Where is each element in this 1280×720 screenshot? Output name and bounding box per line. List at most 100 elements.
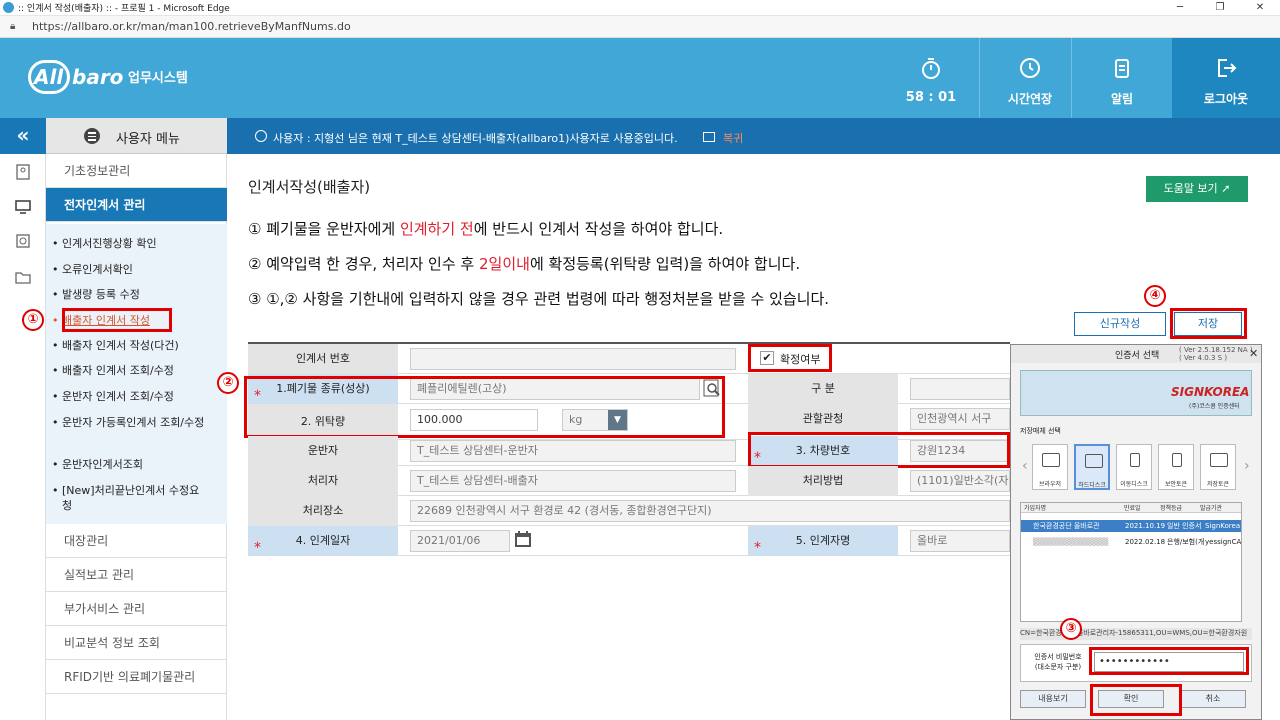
- collapse-menu-button[interactable]: «: [0, 118, 46, 154]
- calendar-icon[interactable]: [514, 530, 532, 548]
- notice-2: ② 예약입력 한 경우, 처리자 인수 후 2일이내에 확정등록(위탁량 입력)…: [248, 255, 801, 273]
- highlight-box-3: [1089, 647, 1249, 675]
- submenu-item[interactable]: 배출자 인계서 조회/수정: [52, 363, 212, 378]
- sidebar-item[interactable]: RFID기반 의료폐기물관리: [46, 660, 227, 694]
- signkorea-logo: SIGNKOREA: [1171, 385, 1250, 399]
- required-star: *: [754, 540, 761, 556]
- office-field[interactable]: 인천광역시 서구: [910, 408, 1010, 430]
- label-office: 관할관청: [748, 404, 898, 434]
- submenu-item[interactable]: 배출자 인계서 작성(다건): [52, 338, 212, 353]
- place-field[interactable]: 22689 인천광역시 서구 환경로 42 (경서동, 종합환경연구단지): [410, 500, 1010, 522]
- submenu-item[interactable]: 운반자인계서조회: [52, 457, 212, 472]
- method-field[interactable]: (1101)일반소각(자가): [910, 470, 1010, 492]
- folder-icon[interactable]: [14, 268, 32, 286]
- allbaro-logo[interactable]: All baro: [28, 60, 123, 94]
- submenu-item[interactable]: 인계서진행상황 확인: [52, 236, 212, 251]
- media-browser[interactable]: 브라우저: [1032, 444, 1068, 490]
- highlight-box-4: [1170, 308, 1247, 339]
- system-name: 업무시스템: [128, 71, 188, 86]
- class-field[interactable]: [910, 378, 1010, 400]
- handler-name-field[interactable]: 올바로: [910, 530, 1010, 552]
- lock-icon: 🔒︎: [10, 21, 16, 32]
- media-harddisk[interactable]: 하드디스크: [1074, 444, 1110, 490]
- monitor-icon[interactable]: [14, 198, 32, 216]
- sidebar-item[interactable]: 부가서비스 관리: [46, 592, 227, 626]
- submenu-item[interactable]: 오류인계서확인: [52, 262, 212, 277]
- dialog-close-icon[interactable]: ✕: [1249, 347, 1258, 360]
- view-content-button[interactable]: 내용보기: [1020, 690, 1086, 708]
- logo-text-b: baro: [72, 65, 124, 89]
- url-text[interactable]: https://allbaro.or.kr/man/man100.retriev…: [32, 20, 351, 33]
- menu-title: 사용자 메뉴: [116, 132, 180, 147]
- highlight-box-1: [62, 308, 172, 332]
- notice-1: ① 폐기물을 운반자에게 인계하기 전에 반드시 인계서 작성을 하여야 합니다…: [248, 220, 724, 238]
- sidebar-item[interactable]: 실적보고 관리: [46, 558, 227, 592]
- submenu-item[interactable]: 발생량 등록 수정: [52, 287, 212, 302]
- alarm-label: 알림: [1110, 92, 1134, 106]
- new-button[interactable]: 신규작성: [1074, 312, 1166, 336]
- cert-row[interactable]: ▒▒▒▒▒▒▒▒▒▒▒▒▒▒ 2022.02.18 은행/보험(개 yessig…: [1021, 536, 1241, 548]
- marker-3: ③: [1060, 618, 1082, 640]
- label-handler-name: * 5. 인계자명: [748, 526, 898, 556]
- close-window-button[interactable]: ✕: [1240, 0, 1280, 16]
- address-bar[interactable]: 🔒︎ https://allbaro.or.kr/man/man100.retr…: [0, 16, 1280, 38]
- col-expiry: 만료일: [1124, 505, 1141, 512]
- label-method: 처리방법: [748, 466, 898, 496]
- sidebar-item-basic-info[interactable]: 기초정보관리: [46, 154, 227, 188]
- clock-icon: [1020, 58, 1040, 78]
- chevron-left-icon[interactable]: ‹: [1022, 458, 1028, 474]
- label-date: * 4. 인계일자: [248, 526, 398, 556]
- notice-3: ③ ①,② 사항을 기한내에 입력하지 않을 경우 관련 법령에 따라 행정처분…: [248, 290, 830, 308]
- help-button[interactable]: 도움말 보기 ➚: [1146, 176, 1248, 202]
- settings-icon[interactable]: [14, 232, 32, 250]
- cert-dn-text: CN=한국환경공단 올바로관리자-15865311,OU=WMS,OU=한국환경…: [1020, 628, 1252, 640]
- label-transporter: 운반자: [248, 436, 398, 466]
- restore-icon[interactable]: [703, 132, 715, 142]
- label-manifest-no: 인계서 번호: [248, 344, 398, 374]
- logout-button[interactable]: 로그아웃: [1172, 38, 1280, 118]
- submenu-item[interactable]: [New]처리끝난인계서 수정요청: [52, 483, 208, 513]
- cancel-button[interactable]: 취소: [1180, 690, 1246, 708]
- sidebar-item[interactable]: 비교분석 정보 조회: [46, 626, 227, 660]
- minimize-button[interactable]: ─: [1160, 0, 1200, 16]
- extend-time-label: 시간연장: [1007, 92, 1053, 106]
- submenu-item[interactable]: 운반자 인계서 조회/수정: [52, 389, 212, 404]
- password-label: 인증서 비밀번호 (대소문자 구분): [1034, 653, 1082, 671]
- chevron-right-icon[interactable]: ›: [1244, 458, 1250, 474]
- manifest-no-field[interactable]: [410, 348, 736, 370]
- highlight-box-2: [244, 376, 725, 438]
- extend-time-button[interactable]: 시간연장: [980, 38, 1080, 118]
- stopwatch-icon: [922, 58, 940, 79]
- user-status-text: 사용자 : 지형선 님은 현재 T_테스트 상담센터-배출자(allbaro1)…: [273, 132, 678, 145]
- window-title: :: 인계서 작성(배출자) :: - 프로필 1 - Microsoft Ed…: [18, 4, 230, 14]
- submenu-item[interactable]: 운반자 가등록인계서 조회/수정: [52, 415, 208, 430]
- session-timer: 58 : 01: [881, 38, 981, 118]
- logo-text-a: All: [34, 65, 64, 89]
- hamburger-icon[interactable]: [84, 128, 100, 144]
- cert-row-selected[interactable]: 한국환경공단 올바로관 2021.10.19 일반 인증서 SignKorea …: [1021, 520, 1241, 532]
- processor-field[interactable]: T_테스트 상담센터-배출자: [410, 470, 736, 492]
- signkorea-banner: SIGNKOREA (주)코스콤 인증센터: [1020, 370, 1252, 416]
- contact-icon[interactable]: [14, 163, 32, 181]
- col-issuer: 발급기관: [1200, 505, 1223, 512]
- clipboard-icon: [1115, 59, 1129, 78]
- sidebar-item[interactable]: 대장관리: [46, 524, 227, 558]
- media-removable[interactable]: 이동디스크: [1116, 444, 1152, 490]
- help-label: 도움말 보기: [1163, 182, 1218, 195]
- menu-header: 사용자 메뉴: [46, 118, 227, 154]
- signkorea-sub: (주)코스콤 인증센터: [1189, 403, 1240, 410]
- dialog-titlebar: 인증서 선택 ( Ver 2.5.18.152 NA ) ( Ver 4.0.3…: [1011, 345, 1261, 363]
- media-security-token[interactable]: 보안토큰: [1158, 444, 1194, 490]
- date-field[interactable]: 2021/01/06: [410, 530, 510, 552]
- restore-link[interactable]: 복귀: [723, 130, 743, 146]
- alarm-button[interactable]: 알림: [1072, 38, 1172, 118]
- sidebar-item-e-manifest[interactable]: 전자인계서 관리: [46, 188, 227, 222]
- required-star: *: [254, 540, 261, 556]
- marker-1: ①: [22, 309, 44, 331]
- page-title: 인계서작성(배출자): [248, 178, 371, 196]
- browser-titlebar: :: 인계서 작성(배출자) :: - 프로필 1 - Microsoft Ed…: [0, 0, 1280, 16]
- transporter-field[interactable]: T_테스트 상담센터-운반자: [410, 440, 736, 462]
- restore-button[interactable]: ❐: [1200, 0, 1240, 16]
- media-storage-token[interactable]: 저장토큰: [1200, 444, 1236, 490]
- highlight-box-confirm: [748, 344, 832, 372]
